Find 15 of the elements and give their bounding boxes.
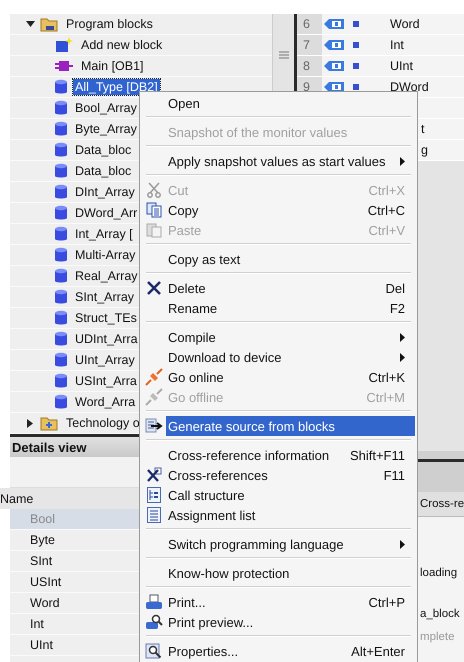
message-text: mplete bbox=[420, 631, 456, 645]
table-cell: g bbox=[421, 143, 428, 157]
row-number: 7 bbox=[303, 38, 310, 52]
row-number: 9 bbox=[303, 80, 310, 94]
table-cell: Word bbox=[390, 17, 420, 31]
message-text: loading bbox=[420, 567, 458, 581]
message-text: a_block bbox=[420, 608, 461, 622]
table-cell: t bbox=[421, 122, 424, 136]
table-cell: DWord bbox=[390, 80, 429, 94]
row-number: 6 bbox=[303, 17, 310, 31]
table-cell: Int bbox=[390, 38, 404, 52]
column-title: Name bbox=[0, 492, 34, 506]
panel-title: Details view bbox=[11, 440, 86, 454]
row-number: 8 bbox=[303, 59, 310, 73]
table-cell: UInt bbox=[390, 59, 413, 73]
